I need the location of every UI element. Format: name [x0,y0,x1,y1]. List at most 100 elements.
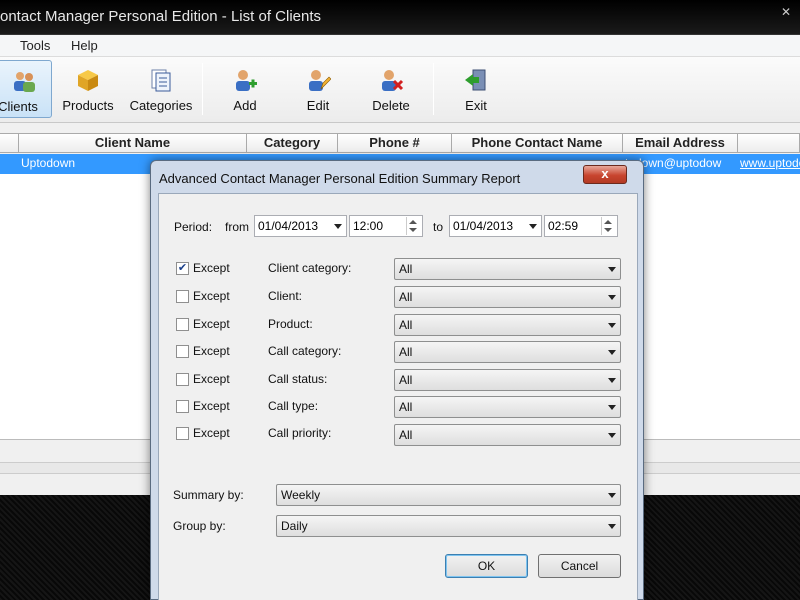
categories-icon [151,69,171,92]
from-time-value: 12:00 [353,219,384,233]
except-label: Except [193,261,230,275]
chevron-down-icon [608,267,616,272]
grid-header: Client Name Category Phone # Phone Conta… [0,133,800,153]
spinner-icon[interactable] [601,217,616,235]
toolbar-exit-button[interactable]: Exit [450,60,502,118]
column-header-category[interactable]: Category [247,134,338,153]
period-from-label: from [225,220,249,234]
toolbar-label: Add [233,98,257,113]
filter-label: Call type: [268,399,319,413]
from-date-value: 01/04/2013 [258,219,319,233]
except-checkbox[interactable] [176,427,189,440]
except-checkbox[interactable] [176,373,189,386]
client-dropdown[interactable]: All [394,286,621,308]
call-category-dropdown[interactable]: All [394,341,621,363]
filter-label: Call status: [268,372,328,386]
chevron-down-icon [608,295,616,300]
close-icon: x [601,166,609,181]
close-icon[interactable]: ✕ [776,4,796,22]
chevron-down-icon [608,323,616,328]
edit-user-icon [309,70,331,91]
dialog-close-button[interactable]: x [583,165,627,184]
except-label: Except [193,317,230,331]
column-header-web[interactable]: W [738,134,800,153]
from-date-picker[interactable]: 01/04/2013 [254,215,347,237]
toolbar: Clients Products Categories Add Edit Del… [0,57,800,123]
except-checkbox[interactable] [176,290,189,303]
toolbar-label: Products [62,98,114,113]
clients-icon [14,72,35,92]
chevron-down-icon [608,433,616,438]
chevron-down-icon [608,493,616,498]
chevron-down-icon [529,224,537,229]
call-type-dropdown[interactable]: All [394,396,621,418]
except-checkbox[interactable] [176,345,189,358]
toolbar-add-button[interactable]: Add [218,60,272,118]
except-checkbox[interactable] [176,318,189,331]
toolbar-label: Clients [0,99,38,114]
client-category-dropdown[interactable]: All [394,258,621,280]
dropdown-value: All [399,290,413,304]
cancel-button[interactable]: Cancel [538,554,621,578]
column-header-rowselector[interactable] [0,134,19,153]
toolbar-separator [202,63,203,115]
summary-by-label: Summary by: [173,488,244,502]
summary-by-dropdown[interactable]: Weekly [276,484,621,506]
chevron-down-icon [608,378,616,383]
menu-tools[interactable]: Tools [20,38,50,53]
dropdown-value: Daily [281,519,308,533]
exit-icon [465,69,486,91]
checkmark-icon: ✔ [177,262,188,274]
column-header-phone[interactable]: Phone # [338,134,452,153]
chevron-down-icon [334,224,342,229]
product-dropdown[interactable]: All [394,314,621,336]
period-to-label: to [433,220,444,234]
title-bar: ontact Manager Personal Edition - List o… [0,0,800,35]
dropdown-value: All [399,428,413,442]
call-status-dropdown[interactable]: All [394,369,621,391]
add-user-icon [236,70,257,91]
menu-bar: Tools Help [0,35,800,57]
toolbar-label: Delete [372,98,410,113]
toolbar-separator [433,63,434,115]
toolbar-clients-button[interactable]: Clients [0,60,52,118]
to-date-picker[interactable]: 01/04/2013 [449,215,542,237]
cell-web[interactable]: www.uptodo [738,154,800,174]
summary-report-dialog: Advanced Contact Manager Personal Editio… [150,160,644,600]
toolbar-products-button[interactable]: Products [58,60,118,118]
column-header-client-name[interactable]: Client Name [19,134,247,153]
spinner-icon[interactable] [406,217,421,235]
dropdown-value: All [399,318,413,332]
chevron-down-icon [608,405,616,410]
to-time-field[interactable]: 02:59 [544,215,618,237]
group-by-label: Group by: [173,519,226,533]
ok-button[interactable]: OK [445,554,528,578]
column-header-phone-contact[interactable]: Phone Contact Name [452,134,623,153]
call-priority-dropdown[interactable]: All [394,424,621,446]
toolbar-label: Edit [306,98,330,113]
filter-label: Client category: [268,261,352,275]
box-icon [78,70,98,91]
filter-label: Call category: [268,344,342,358]
dropdown-value: Weekly [281,488,321,502]
toolbar-label: Exit [465,98,487,113]
toolbar-edit-button[interactable]: Edit [291,60,345,118]
group-by-dropdown[interactable]: Daily [276,515,621,537]
dropdown-value: All [399,262,413,276]
dialog-body: Period: from 01/04/2013 12:00 to 01/04/2… [158,193,638,600]
toolbar-categories-button[interactable]: Categories [126,60,196,118]
toolbar-delete-button[interactable]: Delete [364,60,418,118]
filter-label: Call priority: [268,426,332,440]
filter-label: Product: [268,317,313,331]
except-label: Except [193,426,230,440]
from-time-field[interactable]: 12:00 [349,215,423,237]
to-time-value: 02:59 [548,219,579,233]
delete-user-icon [382,70,404,91]
column-header-email[interactable]: Email Address [623,134,738,153]
chevron-down-icon [608,350,616,355]
except-checkbox[interactable]: ✔ [176,262,189,275]
except-label: Except [193,344,230,358]
menu-help[interactable]: Help [71,38,98,53]
except-checkbox[interactable] [176,400,189,413]
except-label: Except [193,289,230,303]
